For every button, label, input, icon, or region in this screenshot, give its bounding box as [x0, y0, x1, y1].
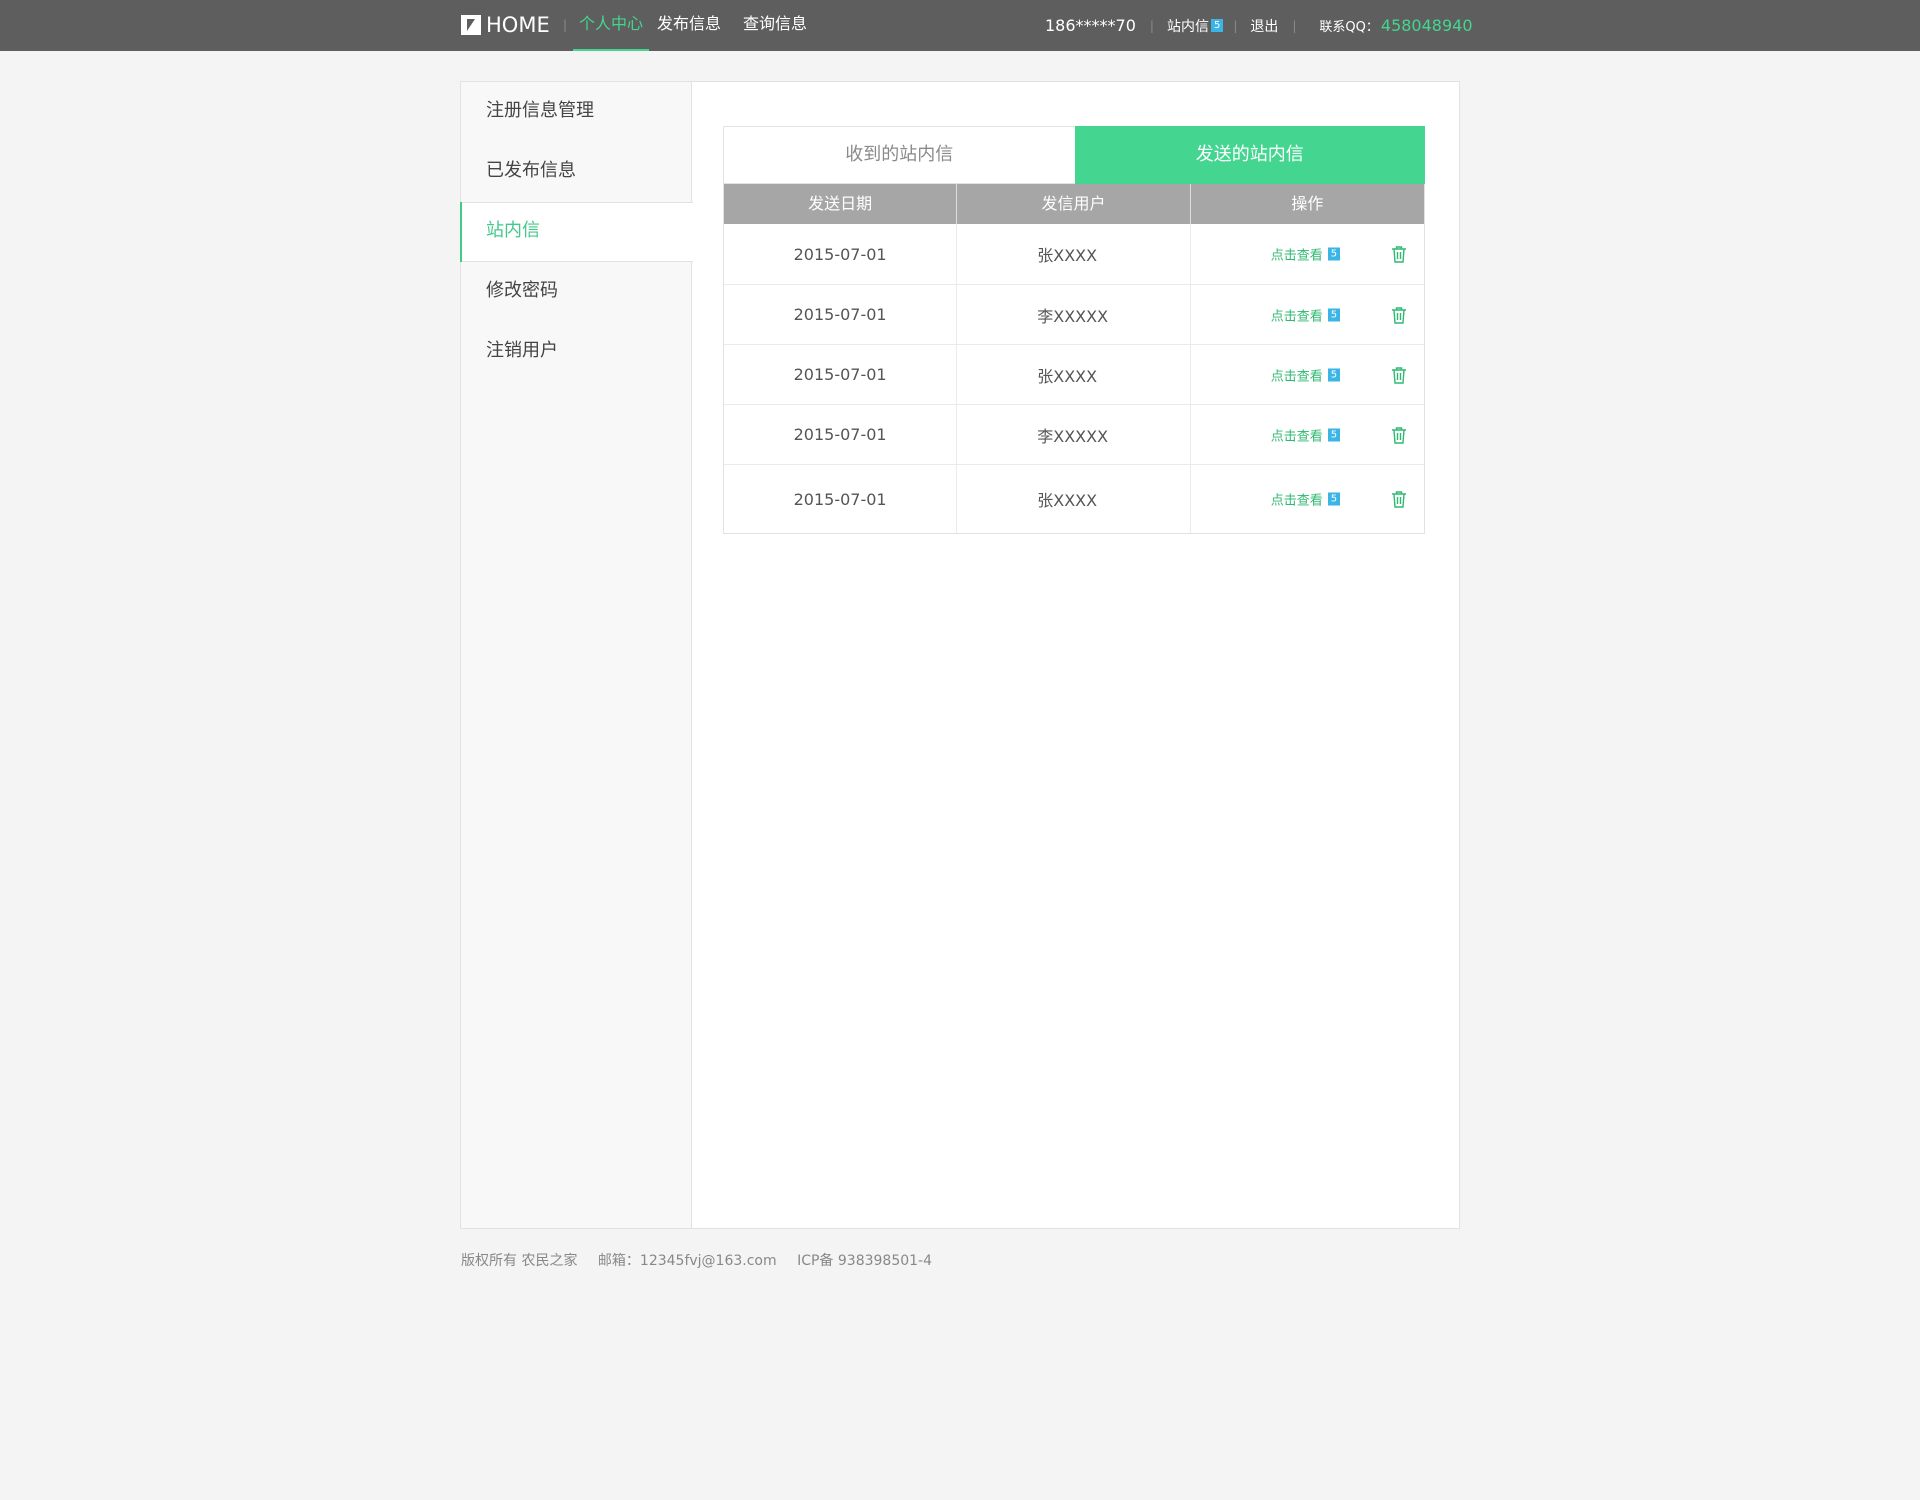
- count-badge: 5: [1327, 247, 1341, 261]
- trash-icon[interactable]: [1391, 245, 1407, 263]
- cell-user: 李XXXXX: [957, 405, 1191, 464]
- qq-number: 458048940: [1380, 16, 1473, 35]
- count-badge: 5: [1327, 492, 1341, 506]
- user-phone: 186*****70: [1045, 16, 1136, 35]
- column-header-date: 发送日期: [724, 184, 958, 224]
- tab-received[interactable]: 收到的站内信: [723, 126, 1075, 184]
- cell-actions: 点击查看 5: [1191, 405, 1424, 464]
- sidebar-item-published[interactable]: 已发布信息: [461, 142, 691, 202]
- footer: 版权所有 农民之家 邮箱：12345fvj@163.com ICP备 93839…: [461, 1250, 948, 1270]
- footer-copyright: 版权所有 农民之家: [461, 1253, 578, 1269]
- count-badge: 5: [1327, 428, 1341, 441]
- user-info: 186*****70 | 站内信 5 | 退出 | 联系QQ： 45804894…: [1045, 0, 1473, 51]
- nav-personal-center[interactable]: 个人中心: [573, 0, 650, 51]
- nav-query-info[interactable]: 查询信息: [737, 0, 813, 51]
- column-header-action: 操作: [1291, 194, 1324, 213]
- view-label: 点击查看: [1270, 369, 1323, 384]
- count-badge: 5: [1327, 368, 1341, 381]
- cell-date: 2015-07-01: [724, 285, 958, 344]
- view-label: 点击查看: [1270, 309, 1323, 324]
- cell-user: 张XXXX: [957, 224, 1191, 284]
- cell-actions: 点击查看 5: [1191, 285, 1424, 344]
- table-row: 2015-07-01 张XXXX 点击查看 5: [724, 344, 1424, 404]
- footer-icp: ICP备 938398501-4: [797, 1253, 932, 1269]
- message-tabs: 收到的站内信 发送的站内信: [723, 126, 1425, 184]
- cell-actions: 点击查看 5: [1191, 465, 1424, 533]
- sidebar-item-change-password[interactable]: 修改密码: [461, 262, 691, 322]
- cell-date: 2015-07-01: [724, 224, 958, 284]
- divider: |: [1233, 18, 1238, 33]
- divider: |: [1149, 18, 1154, 33]
- logo-icon: [461, 15, 481, 35]
- table-row: 2015-07-01 李XXXXX 点击查看 5: [724, 404, 1424, 464]
- divider: |: [563, 18, 568, 32]
- cell-user: 张XXXX: [957, 345, 1191, 404]
- view-label: 点击查看: [1270, 493, 1323, 509]
- view-label: 点击查看: [1270, 248, 1323, 264]
- nav-publish-info[interactable]: 发布信息: [651, 0, 727, 51]
- cell-date: 2015-07-01: [724, 345, 958, 404]
- messages-table: 发送日期 发信用户 操作 2015-07-01 张XXXX 点击查看 5 2015-07…: [723, 184, 1425, 534]
- trash-icon[interactable]: [1391, 306, 1407, 324]
- tab-sent[interactable]: 发送的站内信: [1074, 126, 1425, 184]
- view-message-link[interactable]: 点击查看 5: [1270, 245, 1341, 264]
- trash-icon[interactable]: [1391, 426, 1407, 444]
- view-message-link[interactable]: 点击查看 5: [1270, 365, 1341, 384]
- messages-label: 站内信: [1166, 18, 1209, 35]
- column-header-user: 发信用户: [957, 184, 1191, 224]
- table-row: 2015-07-01 张XXXX 点击查看 5: [724, 464, 1424, 533]
- footer-email: 邮箱：12345fvj@163.com: [597, 1253, 777, 1269]
- sidebar-item-deactivate[interactable]: 注销用户: [461, 322, 691, 382]
- table-header: 发送日期 发信用户 操作: [724, 184, 1424, 224]
- cell-date: 2015-07-01: [724, 405, 958, 464]
- view-message-link[interactable]: 点击查看 5: [1270, 305, 1341, 324]
- view-message-link[interactable]: 点击查看 5: [1270, 490, 1341, 509]
- trash-icon[interactable]: [1391, 490, 1407, 508]
- table-body: 2015-07-01 张XXXX 点击查看 5 2015-07-01 李XXXXX 点击查看…: [724, 224, 1424, 533]
- logout-link[interactable]: 退出: [1250, 16, 1278, 36]
- sidebar-menu: 注册信息管理 已发布信息 站内信 修改密码 注销用户: [460, 82, 693, 1228]
- cell-actions: 点击查看 5: [1191, 345, 1424, 404]
- content-panel: 注册信息管理 已发布信息 站内信 修改密码 注销用户 收到的站内信 发送的站内信…: [460, 81, 1460, 1229]
- qq-label: 联系QQ：: [1319, 20, 1379, 35]
- count-badge: 5: [1327, 308, 1341, 321]
- cell-user: 李XXXXX: [957, 285, 1191, 344]
- divider: |: [1292, 18, 1297, 33]
- cell-date: 2015-07-01: [724, 465, 958, 533]
- cell-user: 张XXXX: [957, 465, 1191, 533]
- sidebar-item-messages[interactable]: 站内信: [460, 202, 693, 262]
- view-message-link[interactable]: 点击查看 5: [1270, 425, 1341, 444]
- main-nav: 个人中心 发布信息 查询信息: [573, 0, 813, 51]
- trash-icon[interactable]: [1391, 366, 1407, 384]
- messages-link[interactable]: 站内信 5: [1166, 16, 1224, 36]
- logo-text: HOME: [486, 13, 550, 37]
- table-row: 2015-07-01 李XXXXX 点击查看 5: [724, 284, 1424, 344]
- view-label: 点击查看: [1270, 429, 1323, 444]
- table-row: 2015-07-01 张XXXX 点击查看 5: [724, 224, 1424, 284]
- cell-actions: 点击查看 5: [1191, 224, 1424, 284]
- top-navigation-bar: HOME | 个人中心 发布信息 查询信息 186*****70 | 站内信 5…: [0, 0, 1920, 51]
- sidebar-item-registration[interactable]: 注册信息管理: [461, 82, 691, 142]
- unread-badge: 5: [1210, 19, 1224, 32]
- home-logo[interactable]: HOME: [461, 13, 550, 37]
